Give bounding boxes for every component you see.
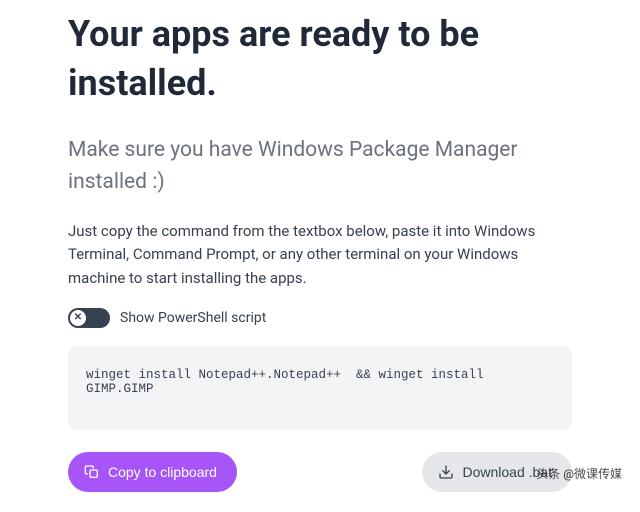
close-icon: ✕ xyxy=(74,313,82,323)
toggle-knob: ✕ xyxy=(70,310,86,326)
toggle-label: Show PowerShell script xyxy=(120,310,266,326)
copy-to-clipboard-button[interactable]: Copy to clipboard xyxy=(68,452,237,492)
copy-button-label: Copy to clipboard xyxy=(108,464,217,480)
button-row: Copy to clipboard Download .bat xyxy=(68,452,572,492)
powershell-toggle[interactable]: ✕ xyxy=(68,308,110,328)
watermark-text: 头条 @微课传媒 xyxy=(536,465,622,482)
instruction-text: Just copy the command from the textbox b… xyxy=(68,220,572,290)
powershell-toggle-row: ✕ Show PowerShell script xyxy=(68,308,572,328)
download-icon xyxy=(438,464,454,480)
copy-icon xyxy=(84,464,100,480)
page-subtitle: Make sure you have Windows Package Manag… xyxy=(68,135,572,198)
command-textbox[interactable]: winget install Notepad++.Notepad++ && wi… xyxy=(68,346,572,430)
page-title: Your apps are ready to be installed. xyxy=(68,10,572,107)
